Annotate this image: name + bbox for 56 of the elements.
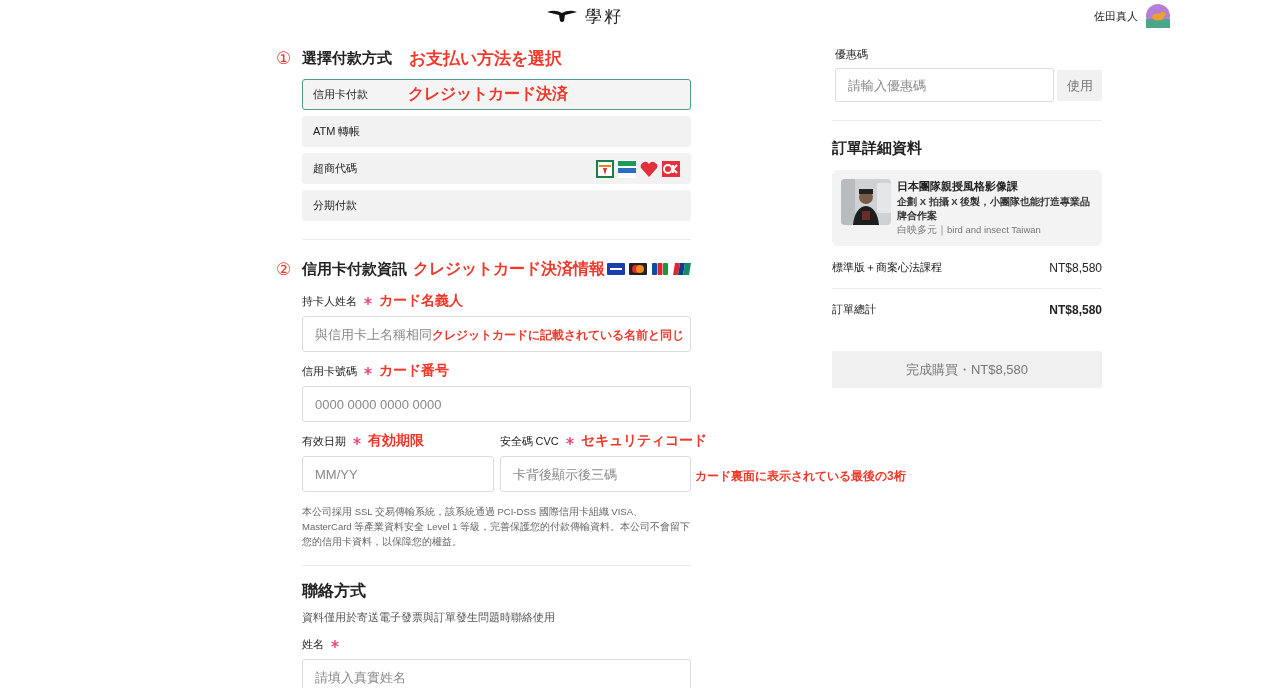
field-label: 安全碼 CVC (499, 433, 559, 449)
total-label: 訂單總計 (832, 302, 876, 317)
payment-option[interactable]: 分期付款 (302, 190, 691, 221)
stripes-card-icon (651, 263, 669, 275)
step-number: ① (276, 47, 293, 69)
input-field[interactable]: 卡背後顯示後三碼 (499, 456, 691, 492)
stripes-logo-icon (618, 159, 636, 178)
annotation: 有効期限 (368, 432, 424, 450)
payment-option[interactable]: ATM 轉帳 (302, 116, 691, 147)
field-label: 姓名 (302, 636, 324, 652)
annotation: お支払い方法を選択 (409, 47, 562, 70)
course-author: 白映多元｜bird and insect Taiwan (897, 224, 1042, 237)
field-label: 信用卡號碼 (302, 363, 357, 379)
section-title: 選擇付款方式 (302, 48, 392, 68)
apply-button[interactable]: 使用 (1057, 70, 1102, 101)
line-amount: NT$8,580 (1049, 260, 1102, 275)
payment-option[interactable]: 超商代碼 (302, 153, 691, 184)
field-label: 有效日期 (302, 433, 346, 449)
payment-option[interactable]: 信用卡付款 クレジットカード決済 (302, 79, 691, 110)
heart-icon (640, 160, 658, 177)
annotation: カード番号 (379, 362, 449, 380)
input-field[interactable]: 0000 0000 0000 0000 (302, 386, 691, 422)
annotation: クレジットカードに記載されている名前と同じ (432, 327, 684, 344)
store-logo-icon (596, 159, 614, 178)
total-amount: NT$8,580 (1049, 302, 1102, 317)
input-field[interactable]: 請填入真實姓名 (302, 659, 691, 688)
field-label: 持卡人姓名 (302, 293, 357, 309)
step-number: ② (276, 258, 293, 280)
avatar (1146, 4, 1170, 28)
input-field[interactable]: MM/YY (302, 456, 494, 492)
security-notice: 本公司採用 SSL 交易傳輸系統，該系統通過 PCI-DSS 國際信用卡組織 VISA、MasterCard 等產業資料安全 Level 1 等級，完善保護您的付款傳輸資料。本公司不會留下您的信用卡資料，以保障您的權益。 (302, 505, 691, 549)
section-title: 訂單詳細資料 (832, 139, 923, 158)
circles-card-icon (629, 263, 647, 275)
bird-logo-icon (547, 9, 577, 23)
slanted-card-icon (673, 263, 691, 275)
option-label: 信用卡付款 (313, 87, 369, 102)
section-title: 聯絡方式 (302, 581, 367, 601)
section-title: 信用卡付款資訊 (302, 259, 407, 279)
option-label: ATM 轉帳 (313, 124, 362, 139)
coupon-field[interactable]: 請輸入優惠碼 (835, 68, 1054, 102)
ring-logo-icon (662, 160, 680, 177)
option-label: 分期付款 (313, 198, 358, 213)
course-title: 日本團隊親授風格影像課 (897, 179, 1019, 194)
annotation: クレジットカード決済情報 (413, 258, 605, 279)
annotation: クレジットカード決済 (408, 84, 568, 104)
user-name[interactable]: 佐田真人 (1094, 8, 1138, 24)
course-subtitle: 企劃 X 拍攝 X 後製，小團隊也能打造專業品牌合作案 (897, 195, 1092, 223)
logo-text: 學籽 (585, 5, 623, 28)
section-subtitle: 資料僅用於寄送電子發票與訂單發生問題時聯絡使用 (302, 610, 556, 625)
option-label: 超商代碼 (313, 161, 358, 176)
annotation: カード名義人 (379, 292, 463, 310)
line-label: 標準版＋商案心法課程 (832, 260, 942, 275)
card-logo-icon (607, 263, 625, 275)
annotation: セキュリティコード (580, 432, 707, 450)
field-label: 優惠碼 (834, 47, 869, 62)
annotation: カード裏面に表示されている最後の3桁 (695, 468, 906, 485)
